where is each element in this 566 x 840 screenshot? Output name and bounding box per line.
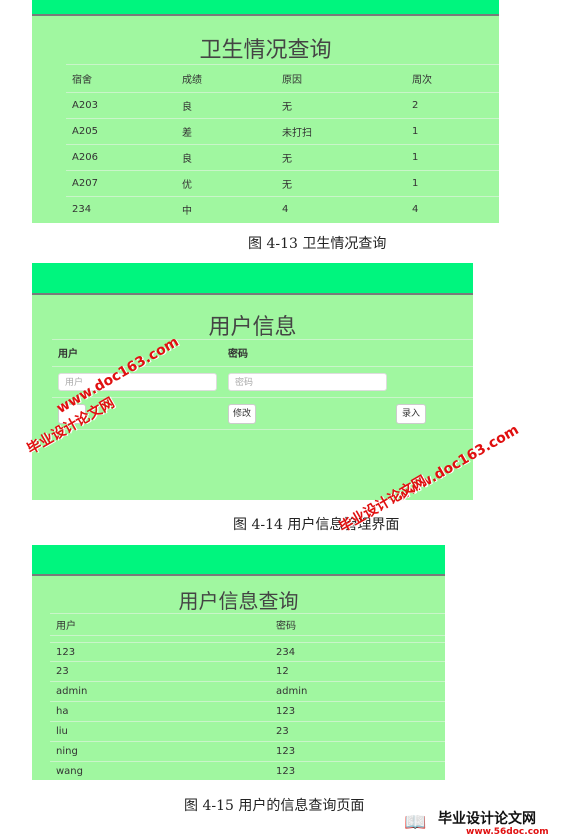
header-bar (32, 545, 445, 576)
header-cell: 用户 (50, 613, 270, 636)
spacer-row (50, 635, 445, 643)
header-cell: 周次 (406, 64, 499, 93)
table-row: liu 23 (50, 721, 445, 742)
table-cell: 23 (270, 721, 445, 742)
table-cell: A206 (66, 144, 176, 171)
header-cell: 密码 (270, 613, 445, 636)
table-row: ning 123 (50, 741, 445, 762)
header-cell: 原因 (276, 64, 406, 93)
table-cell: 12 (270, 661, 445, 682)
table-cell: liu (50, 721, 270, 742)
table-cell: 良 (176, 92, 276, 119)
table-cell: 1 (406, 144, 499, 171)
table-cell: A207 (66, 170, 176, 197)
table-cell: 无 (276, 170, 406, 197)
table-cell: 中 (176, 196, 276, 223)
table-row: A205 差 未打扫 1 (66, 118, 499, 145)
table-cell: 234 (66, 196, 176, 223)
table-cell: 23 (50, 661, 270, 682)
table-cell: wang (50, 761, 270, 782)
table-cell: ning (50, 741, 270, 762)
table-cell: 1 (406, 118, 499, 145)
column-header-user: 用户 (58, 349, 78, 360)
table-cell: 123 (270, 701, 445, 722)
column-header-password: 密码 (228, 349, 248, 360)
table-cell: 1 (406, 170, 499, 197)
table-row: A206 良 无 1 (66, 144, 499, 171)
table-row: ha 123 (50, 701, 445, 722)
table-cell: 2 (406, 92, 499, 119)
enter-button[interactable]: 录入 (396, 404, 426, 424)
footer-logo: 📖 毕业设计论文网 www.56doc.com (404, 806, 564, 838)
table-cell: 优 (176, 170, 276, 197)
table-cell: 234 (270, 642, 445, 662)
table-cell: 4 (406, 196, 499, 223)
table-cell: 无 (276, 92, 406, 119)
header-bar (32, 0, 499, 16)
table-cell: admin (270, 681, 445, 702)
table-cell: 4 (276, 196, 406, 223)
table-row: wang 123 (50, 761, 445, 782)
footer-url: www.56doc.com (466, 827, 549, 837)
figure-caption: 图 4-15 用户的信息查询页面 (184, 798, 365, 814)
table-cell: A203 (66, 92, 176, 119)
hygiene-table: 宿舍 成绩 原因 周次 A203 良 无 2 A205 差 未打扫 1 A206… (66, 64, 499, 223)
table-row: admin admin (50, 681, 445, 702)
table-row: 234 中 4 4 (66, 196, 499, 223)
header-cell: 宿舍 (66, 64, 176, 93)
grid-line (52, 339, 473, 340)
header-cell: 成绩 (176, 64, 276, 93)
user-query-table: 用户 密码 123 234 23 12 admin admin ha 123 l… (50, 613, 445, 782)
table-cell: A205 (66, 118, 176, 145)
table-cell: 良 (176, 144, 276, 171)
table-cell: 未打扫 (276, 118, 406, 145)
header-bar (32, 263, 473, 295)
grid-line (52, 429, 473, 430)
user-query-screenshot: 用户信息查询 用户 密码 123 234 23 12 admin admin h… (32, 545, 445, 782)
page-title: 用户信息 (208, 315, 297, 340)
table-cell: 无 (276, 144, 406, 171)
table-row: A203 良 无 2 (66, 92, 499, 119)
table-cell: admin (50, 681, 270, 702)
table-cell: 差 (176, 118, 276, 145)
table-cell: 123 (270, 761, 445, 782)
table-header-row: 宿舍 成绩 原因 周次 (66, 64, 499, 93)
page-title: 卫生情况查询 (199, 38, 332, 63)
table-row: A207 优 无 1 (66, 170, 499, 197)
page-title: 用户信息查询 (178, 589, 299, 613)
hygiene-query-screenshot: 卫生情况查询 宿舍 成绩 原因 周次 A203 良 无 2 A205 差 未打扫… (32, 0, 499, 223)
table-header-row: 用户 密码 (50, 613, 445, 636)
figure-caption: 图 4-13 卫生情况查询 (248, 236, 387, 252)
grid-line (52, 397, 473, 398)
modify-button[interactable]: 修改 (228, 404, 256, 424)
password-input[interactable]: 密码 (228, 373, 387, 391)
table-row: 123 234 (50, 642, 445, 662)
table-row: 23 12 (50, 661, 445, 682)
table-cell: 123 (270, 741, 445, 762)
footer-brand: 毕业设计论文网 (438, 811, 536, 827)
table-cell: ha (50, 701, 270, 722)
book-icon: 📖 (404, 812, 427, 833)
table-cell: 123 (50, 642, 270, 662)
